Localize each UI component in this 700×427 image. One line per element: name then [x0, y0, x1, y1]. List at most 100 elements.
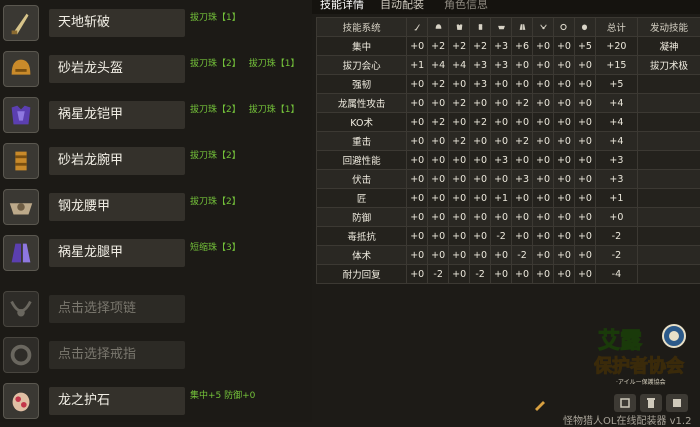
tab-auto-equip[interactable]: 自动配装 [380, 0, 424, 12]
skill-point-cell: +0 [449, 246, 470, 265]
equipment-slot[interactable]: 祸星龙腿甲短缩珠【3】 [0, 230, 312, 276]
bottom-toolbar: 怪物猎人OL在线配装器 v1.2 [528, 390, 700, 422]
skill-total-cell: +20 [595, 37, 637, 56]
table-row: 龙属性攻击+0+0+2+0+0+2+0+0+0+4 [317, 94, 700, 113]
header-skill-system: 技能系统 [317, 18, 407, 37]
equipment-gems: 拔刀珠【1】 [190, 10, 249, 23]
equipment-name[interactable]: 点击选择项链 [49, 295, 185, 323]
header-waist-armor-icon [491, 18, 512, 37]
skill-point-cell: +1 [407, 56, 428, 75]
skill-system-name: KO术 [317, 113, 407, 132]
header-talisman-icon [574, 18, 595, 37]
equipment-panel: 天地斩破拔刀珠【1】砂岩龙头盔拔刀珠【2】拔刀珠【1】祸星龙铠甲拔刀珠【2】拔刀… [0, 0, 312, 422]
skill-total-cell: -4 [595, 265, 637, 284]
table-row: 体术+0+0+0+0+0-2+0+0+0-2 [317, 246, 700, 265]
equipment-slot[interactable]: 钢龙腰甲拔刀珠【2】 [0, 184, 312, 230]
gem-label: 拔刀珠【2】 [190, 59, 241, 69]
skill-point-cell: +0 [470, 246, 491, 265]
skill-point-cell: +0 [407, 113, 428, 132]
skill-point-cell: +0 [512, 227, 533, 246]
skill-point-cell: +0 [533, 113, 554, 132]
equipment-slot[interactable]: 砂岩龙腕甲拔刀珠【2】 [0, 138, 312, 184]
skill-point-cell: +0 [491, 113, 512, 132]
skill-point-cell: -2 [470, 265, 491, 284]
skill-point-cell: +0 [512, 56, 533, 75]
equipment-slot[interactable]: 祸星龙铠甲拔刀珠【2】拔刀珠【1】 [0, 92, 312, 138]
skill-system-name: 回避性能 [317, 151, 407, 170]
skill-total-cell: +4 [595, 94, 637, 113]
header-helmet-icon [428, 18, 449, 37]
skill-point-cell: +0 [449, 265, 470, 284]
skill-point-cell: +0 [428, 227, 449, 246]
equipment-name[interactable]: 天地斩破 [49, 9, 185, 37]
skill-point-cell: +0 [533, 151, 554, 170]
skill-point-cell: +0 [554, 56, 575, 75]
talisman-icon [580, 22, 589, 32]
skill-point-cell: +0 [533, 75, 554, 94]
gem-label: 拔刀珠【2】 [190, 197, 241, 207]
skill-point-cell: +0 [491, 208, 512, 227]
skill-point-cell: +0 [574, 189, 595, 208]
skill-point-cell: +0 [407, 37, 428, 56]
skill-total-cell: +15 [595, 56, 637, 75]
activated-skill-cell [637, 132, 700, 151]
skill-point-cell: +0 [574, 246, 595, 265]
equipment-slot[interactable]: 天地斩破拔刀珠【1】 [0, 0, 312, 46]
chest-armor-icon [3, 97, 39, 133]
equipment-name[interactable]: 钢龙腰甲 [49, 193, 185, 221]
trash-icon [645, 397, 657, 409]
header-katana-icon [407, 18, 428, 37]
skill-point-cell: +0 [574, 170, 595, 189]
header-activated-skill: 发动技能 [637, 18, 700, 37]
skill-point-cell: +0 [554, 94, 575, 113]
copy-button[interactable] [614, 394, 636, 412]
delete-button[interactable] [640, 394, 662, 412]
save-button[interactable] [666, 394, 688, 412]
skill-point-cell: +0 [554, 113, 575, 132]
equipment-slot[interactable]: 点击选择戒指 [0, 332, 312, 378]
skill-total-cell: +5 [595, 75, 637, 94]
skill-system-name: 匠 [317, 189, 407, 208]
equipment-name[interactable]: 砂岩龙头盔 [49, 55, 185, 83]
equipment-slot[interactable]: 点击选择项链 [0, 286, 312, 332]
equipment-name[interactable]: 龙之护石 [49, 387, 185, 415]
equipment-name[interactable]: 祸星龙腿甲 [49, 239, 185, 267]
leg-armor-icon [518, 22, 527, 32]
skill-point-cell: +0 [533, 94, 554, 113]
equipment-slot[interactable]: 砂岩龙头盔拔刀珠【2】拔刀珠【1】 [0, 46, 312, 92]
skill-point-cell: +2 [512, 132, 533, 151]
tab-skill-details[interactable]: 技能详情 [320, 0, 364, 12]
skill-point-cell: +0 [533, 56, 554, 75]
skill-table: 技能系统 总计发动技能 集中+0+2+2+2+3+6+0+0+5+20凝神拔刀会… [316, 17, 700, 284]
skill-point-cell: +0 [554, 246, 575, 265]
skill-system-name: 拔刀会心 [317, 56, 407, 75]
skill-point-cell: +2 [428, 37, 449, 56]
skill-system-name: 龙属性攻击 [317, 94, 407, 113]
skill-point-cell: +0 [554, 265, 575, 284]
skill-point-cell: +2 [470, 113, 491, 132]
skill-total-cell: +3 [595, 170, 637, 189]
skill-point-cell: +0 [512, 208, 533, 227]
table-header-row: 技能系统 总计发动技能 [317, 18, 700, 37]
skill-total-cell: +4 [595, 132, 637, 151]
equipment-name[interactable]: 点击选择戒指 [49, 341, 185, 369]
skill-point-cell: -2 [428, 265, 449, 284]
gem-label: 拔刀珠【1】 [249, 105, 300, 115]
equipment-slot[interactable]: 龙之护石集中+5 防御+0 [0, 378, 312, 424]
equipment-name[interactable]: 祸星龙铠甲 [49, 101, 185, 129]
skill-point-cell: +0 [574, 151, 595, 170]
tab-character-info[interactable]: 角色信息 [444, 0, 488, 12]
equipment-name[interactable]: 砂岩龙腕甲 [49, 147, 185, 175]
equipment-gems: 集中+5 防御+0 [190, 388, 263, 401]
skill-point-cell: +0 [533, 246, 554, 265]
activated-skill-cell: 拔刀术极 [637, 56, 700, 75]
skill-point-cell: +0 [449, 170, 470, 189]
table-row: 防御+0+0+0+0+0+0+0+0+0+0 [317, 208, 700, 227]
skill-point-cell: +0 [512, 151, 533, 170]
skill-total-cell: +1 [595, 189, 637, 208]
skill-point-cell: +0 [533, 208, 554, 227]
table-row: 强韧+0+2+0+3+0+0+0+0+0+5 [317, 75, 700, 94]
skill-point-cell: +0 [491, 170, 512, 189]
skill-point-cell: +4 [449, 56, 470, 75]
skill-point-cell: +0 [470, 94, 491, 113]
